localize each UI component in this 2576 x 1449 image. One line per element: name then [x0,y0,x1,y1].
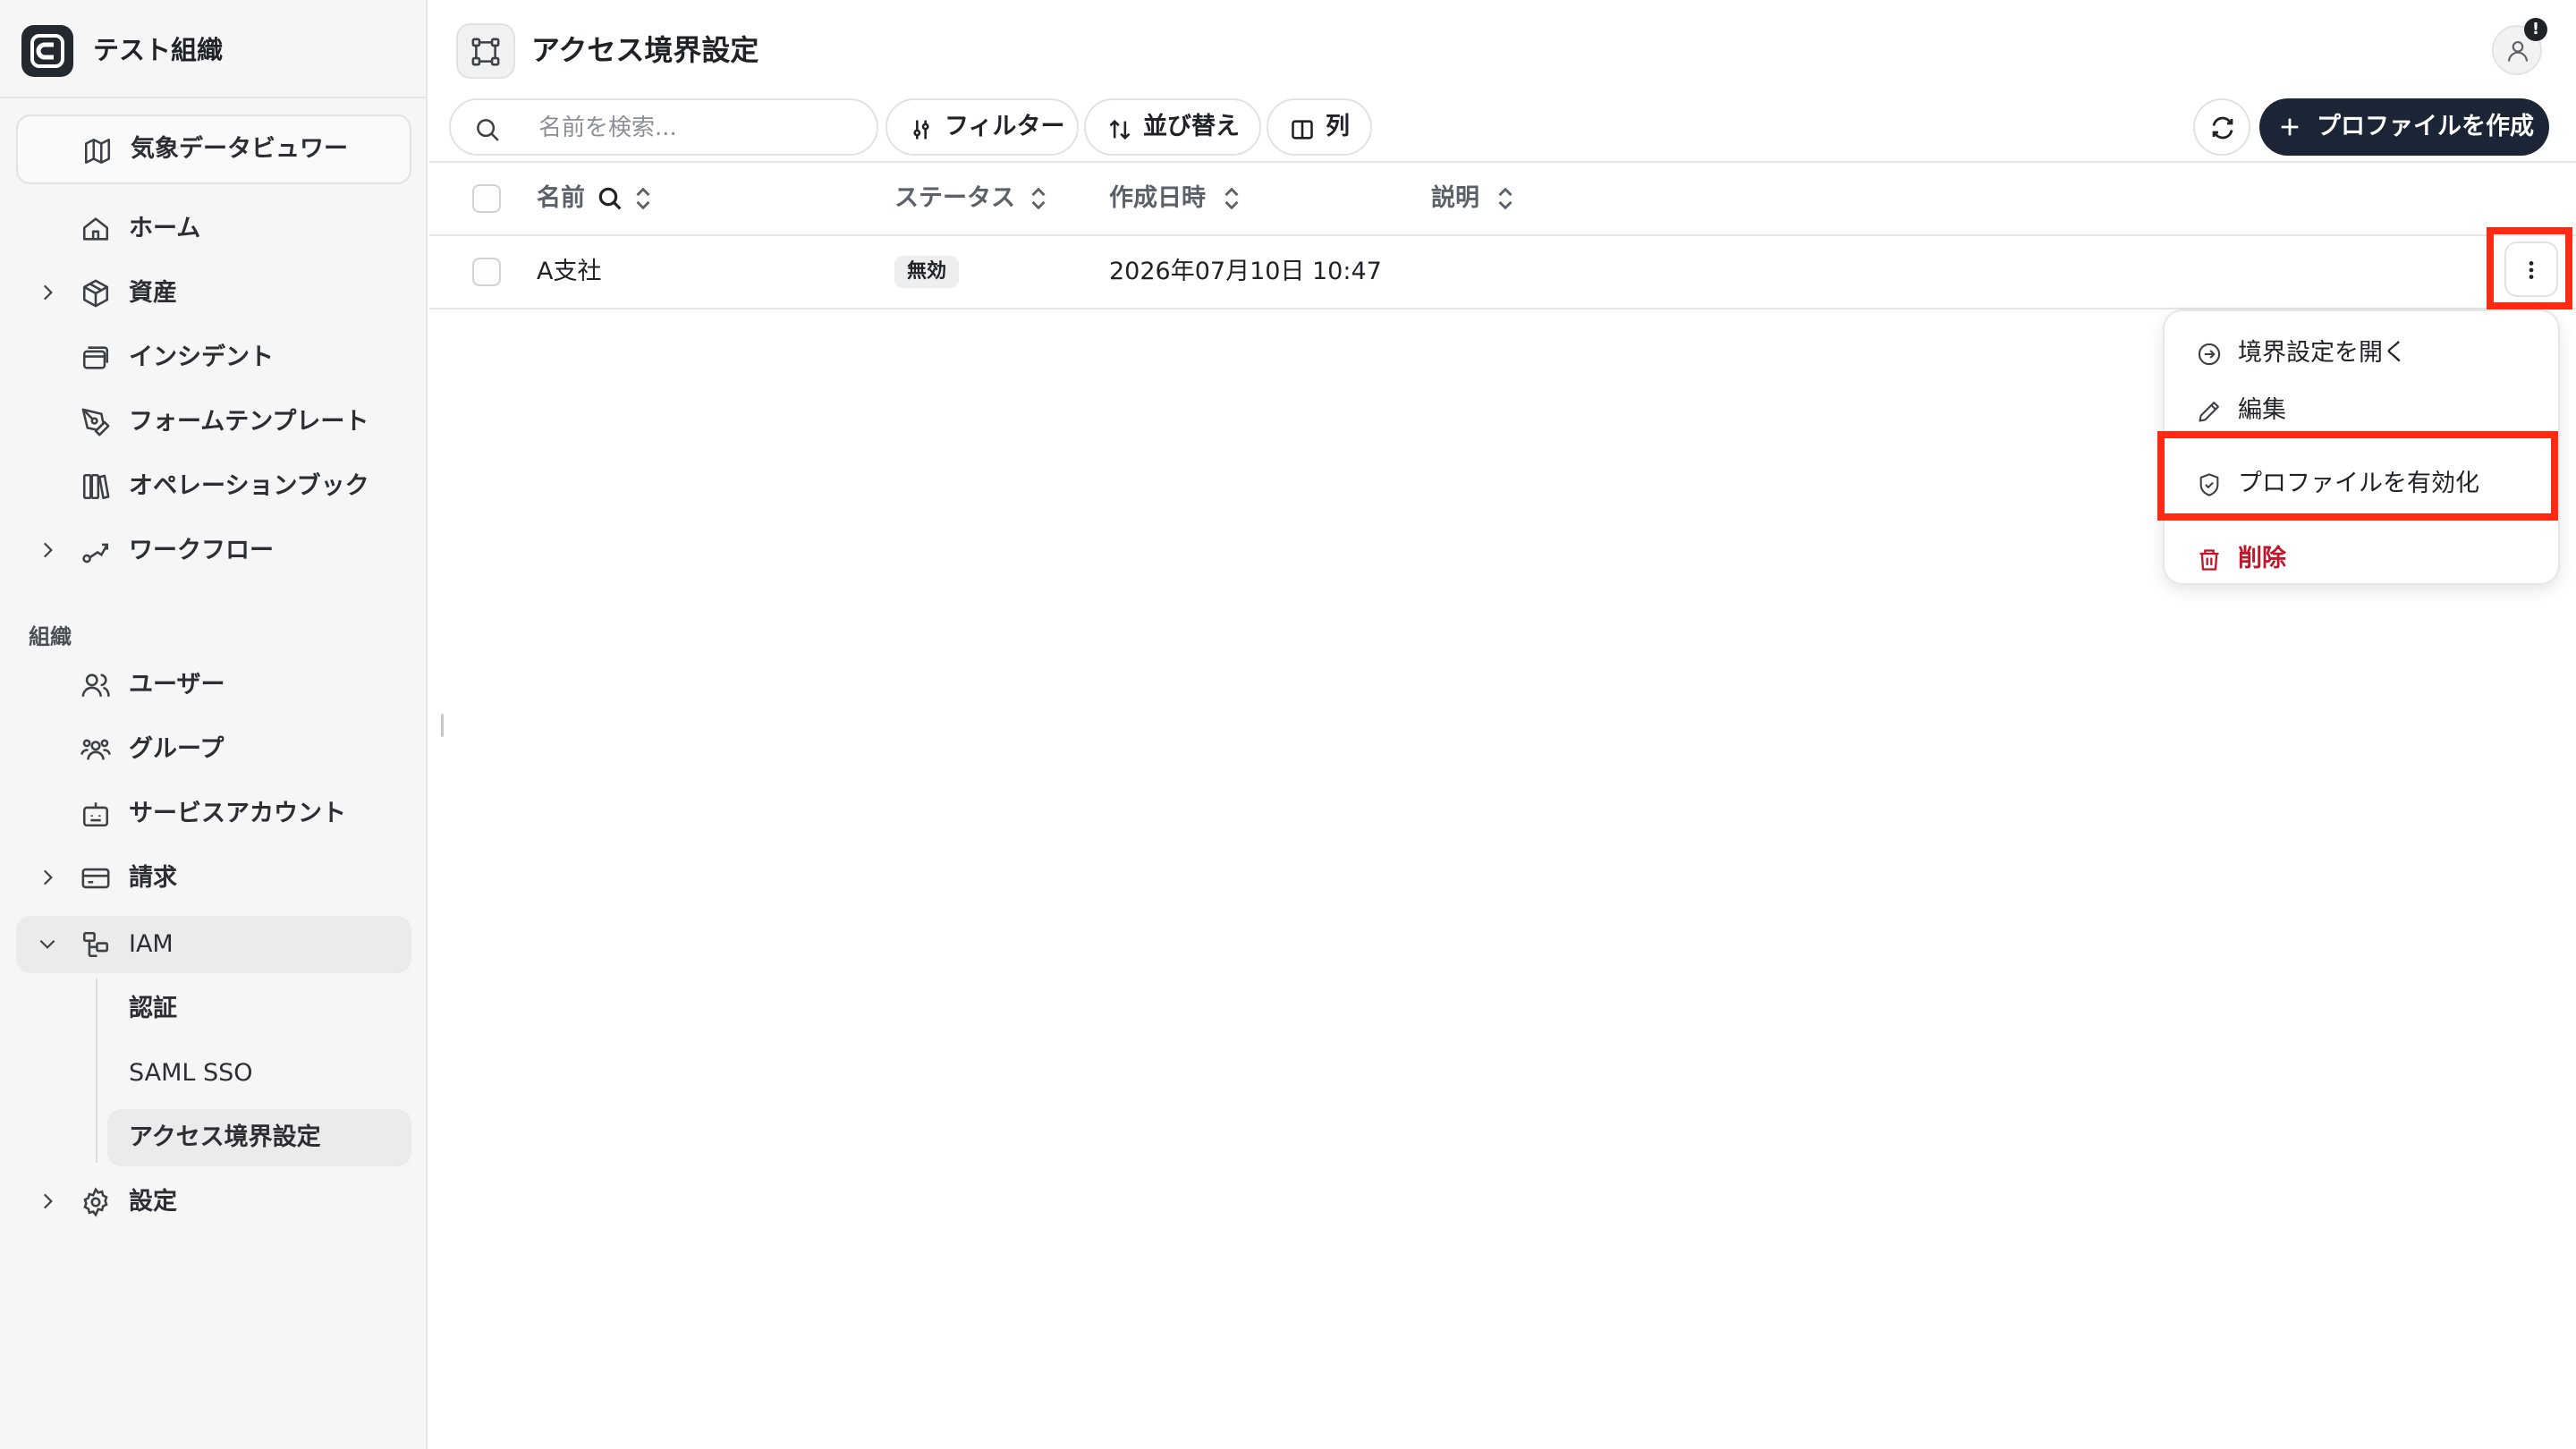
sidebar-item-label: ユーザー [129,671,225,699]
pen-tool-icon [80,407,111,437]
sidebar-item-form-templates[interactable]: フォームテンプレート [16,394,411,451]
sidebar-subitem-access-boundary[interactable]: アクセス境界設定 [107,1109,411,1166]
chevron-right-icon[interactable] [36,281,59,304]
create-profile-button[interactable]: プロファイルを作成 [2259,98,2549,156]
sort-toggle-icon[interactable] [631,184,655,213]
columns-button[interactable]: 列 [1267,98,1372,156]
sidebar: テスト組織 気象データビュワー ホーム 資産 インシデント フォームテンプレート [0,0,428,1449]
sidebar-item-workflows[interactable]: ワークフロー [16,522,411,580]
sidebar-item-label: インシデント [129,343,274,371]
submenu-guide-line [96,979,97,1163]
menu-item-label: 境界設定を開く [2238,339,2407,367]
sidebar-subitem-label: SAML SSO [129,1059,253,1087]
wallet-icon [80,863,111,894]
home-icon [80,214,111,244]
sidebar-item-service-accounts[interactable]: サービスアカウント [16,785,411,843]
section-label-organization: 組織 [29,624,72,649]
sidebar-item-operation-books[interactable]: オペレーションブック [16,458,411,515]
sidebar-item-label: 気象データビュワー [131,135,348,163]
table-header: 名前 ステータス 作成日時 説明 [429,163,2576,236]
sidebar-subitem-label: 認証 [129,995,177,1022]
columns-label: 列 [1326,113,1350,140]
sidebar-item-label: オペレーションブック [129,472,369,500]
menu-item-delete[interactable]: 削除 [2175,533,2547,585]
sidebar-item-incidents[interactable]: インシデント [16,329,411,386]
select-all-checkbox[interactable] [472,184,501,213]
map-icon [82,136,113,166]
sidebar-item-users[interactable]: ユーザー [16,657,411,714]
chevron-down-icon[interactable] [36,932,59,955]
search-box [449,98,878,156]
column-header-created[interactable]: 作成日時 [1109,163,1206,234]
menu-item-label: 削除 [2238,545,2286,572]
sort-toggle-icon[interactable] [1027,184,1050,213]
notification-badge: ! [2524,18,2547,41]
column-header-status[interactable]: ステータス [894,163,1015,234]
sidebar-item-groups[interactable]: グループ [16,721,411,778]
sidebar-item-label: IAM [129,930,174,958]
window-stack-icon [80,343,111,373]
network-icon [80,929,111,960]
sidebar-item-label: グループ [129,735,225,763]
package-icon [80,278,111,309]
sidebar-item-label: フォームテンプレート [129,408,369,436]
refresh-button[interactable] [2193,98,2250,156]
gear-icon [80,1187,111,1217]
sidebar-item-iam[interactable]: IAM [16,916,411,973]
column-header-description[interactable]: 説明 [1431,163,1479,234]
chevron-right-icon[interactable] [36,538,59,562]
sort-button[interactable]: 並び替え [1084,98,1261,156]
highlight-enable-profile [2157,431,2558,521]
cell-name: A支社 [537,258,602,285]
chevron-right-icon[interactable] [36,866,59,889]
org-logo-icon [21,25,73,77]
sidebar-item-label: 資産 [129,279,177,307]
sort-toggle-icon[interactable] [1494,184,1517,213]
library-icon [80,471,111,502]
bot-icon [80,799,111,829]
sort-toggle-icon[interactable] [1220,184,1243,213]
status-badge: 無効 [894,256,960,288]
cell-created: 2026年07月10日 10:47 [1109,258,1382,285]
menu-item-edit[interactable]: 編集 [2175,385,2547,436]
sidebar-item-label: ワークフロー [129,537,274,564]
search-icon[interactable] [596,184,624,213]
sidebar-resize-handle[interactable] [441,714,444,737]
sidebar-item-home[interactable]: ホーム [16,200,411,258]
row-checkbox[interactable] [472,258,501,286]
search-input[interactable] [537,109,862,147]
filter-label: フィルター [945,113,1065,140]
chevron-right-icon[interactable] [36,1190,59,1213]
sort-label: 並び替え [1143,113,1240,140]
highlight-row-actions [2487,227,2572,309]
sidebar-item-weather-viewer[interactable]: 気象データビュワー [16,114,411,184]
sidebar-item-label: 請求 [129,864,177,892]
users-icon [80,670,111,700]
table-row[interactable]: A支社 無効 2026年07月10日 10:47 [429,236,2576,309]
sidebar-item-label: 設定 [129,1188,177,1216]
sidebar-item-billing[interactable]: 請求 [16,850,411,907]
sidebar-item-label: ホーム [129,215,201,242]
sidebar-subitem-authentication[interactable]: 認証 [107,980,411,1038]
column-header-name[interactable]: 名前 [537,163,585,234]
create-profile-label: プロファイルを作成 [2317,113,2534,140]
org-name: テスト組織 [93,35,224,65]
sidebar-item-assets[interactable]: 資産 [16,265,411,322]
menu-item-label: 編集 [2238,396,2286,424]
page-icon [456,23,515,79]
sidebar-item-settings[interactable]: 設定 [16,1174,411,1231]
org-switcher[interactable]: テスト組織 [0,0,426,98]
page-title: アクセス境界設定 [531,33,759,67]
sidebar-subitem-saml-sso[interactable]: SAML SSO [107,1045,411,1102]
group-icon [80,734,111,765]
filter-button[interactable]: フィルター [886,98,1079,156]
sidebar-subitem-label: アクセス境界設定 [129,1123,321,1151]
sidebar-item-label: サービスアカウント [129,800,346,827]
workflow-route-icon [80,536,111,566]
menu-item-open-boundary[interactable]: 境界設定を開く [2175,327,2547,379]
